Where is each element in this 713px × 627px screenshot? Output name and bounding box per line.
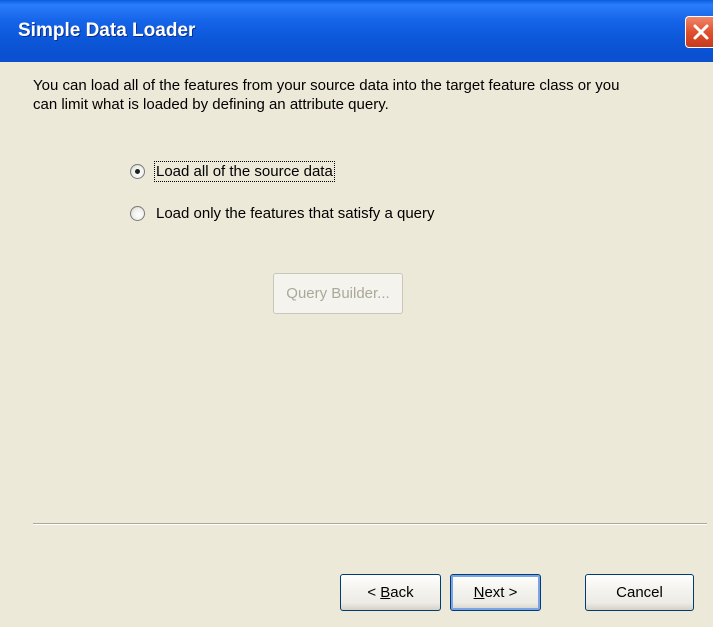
title-bar: Simple Data Loader	[0, 0, 713, 62]
next-button[interactable]: Next >	[450, 574, 541, 611]
cancel-button[interactable]: Cancel	[585, 574, 694, 611]
close-button[interactable]	[685, 16, 713, 48]
load-all-option[interactable]: Load all of the source data	[130, 160, 335, 182]
next-mnemonic: N	[473, 584, 485, 601]
window-title: Simple Data Loader	[18, 20, 196, 41]
next-rest: ext >	[484, 584, 518, 601]
query-builder-button[interactable]: Query Builder...	[273, 273, 403, 314]
load-query-option[interactable]: Load only the features that satisfy a qu…	[130, 202, 435, 224]
divider	[33, 523, 707, 525]
back-mnemonic: B	[380, 584, 391, 601]
load-query-label: Load only the features that satisfy a qu…	[156, 204, 435, 222]
dialog-body	[0, 62, 713, 627]
close-icon	[693, 24, 709, 40]
radio-load-query[interactable]	[130, 205, 145, 221]
description-text: You can load all of the features from yo…	[33, 77, 620, 113]
back-prefix: <	[367, 584, 381, 601]
back-rest: ack	[390, 584, 414, 601]
back-button[interactable]: < Back	[340, 574, 441, 611]
load-all-label: Load all of the source data	[154, 160, 335, 182]
radio-load-all[interactable]	[130, 163, 145, 179]
